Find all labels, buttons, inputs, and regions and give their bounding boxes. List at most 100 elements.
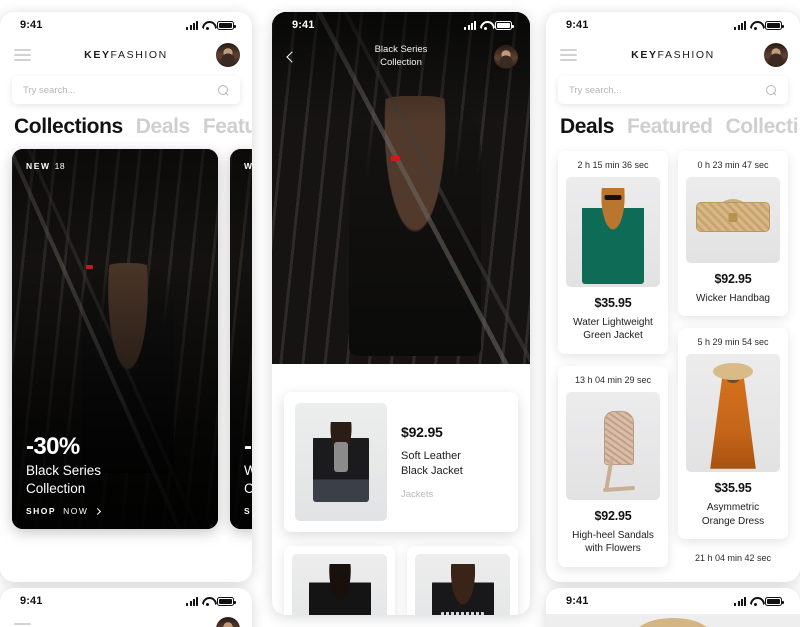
deal-timer: 2 h 15 min 36 sec	[577, 160, 649, 170]
deal-card[interactable]: 13 h 04 min 29 sec $92.95 High-heel Sand…	[558, 365, 668, 567]
deal-timer-next: 21 h 04 min 42 sec	[694, 553, 772, 564]
deal-name-line2: Green Jacket	[583, 330, 643, 342]
cta-bold-next: S	[244, 506, 252, 516]
deal-price: $35.95	[594, 296, 632, 310]
shop-now-button-next[interactable]: S	[244, 506, 252, 516]
wifi-icon	[480, 21, 491, 30]
back-button-icon[interactable]	[286, 51, 298, 63]
battery-icon	[217, 20, 236, 30]
hero-title-next-line2: C	[244, 480, 252, 496]
deal-card[interactable]: 0 h 23 min 47 sec $92.95 Wicker Handbag	[678, 151, 788, 317]
tab-bar: Collections Deals Featu	[0, 112, 252, 149]
wifi-icon	[202, 597, 213, 606]
status-icons	[186, 20, 236, 30]
search-wrapper: Try search...	[0, 72, 252, 112]
brand-logo: KEYFASHION	[0, 49, 252, 61]
app-bar: KEYFASHION	[546, 38, 800, 72]
tab-collections[interactable]: Collecti	[726, 115, 799, 139]
avatar[interactable]	[764, 43, 788, 67]
phone-screen-collections: 9:41 KEYFASHION Try search... Collection…	[0, 12, 252, 582]
featured-product-price: $92.95	[401, 424, 443, 441]
featured-product-category: Jackets	[401, 488, 434, 500]
featured-name-line2: Black Jacket	[401, 465, 463, 477]
detail-content: $92.95 Soft Leather Black Jacket Jackets…	[272, 76, 530, 615]
status-icons	[186, 596, 236, 606]
avatar[interactable]	[216, 43, 240, 67]
cta-bold: SHOP	[26, 506, 57, 516]
search-input[interactable]: Try search...	[558, 76, 788, 104]
deal-card[interactable]: 2 h 15 min 36 sec $35.95 Water Lightweig…	[558, 151, 668, 354]
product-image	[415, 554, 510, 615]
featured-product-info: $92.95 Soft Leather Black Jacket Jackets	[401, 424, 507, 499]
phone-screen-partial-bottom-left: 9:41	[0, 588, 252, 627]
deal-name-line2: Orange Dress	[701, 515, 765, 527]
avatar[interactable]	[494, 45, 518, 69]
hero-carousel[interactable]: NEW 18 -30% Black Series Collection SHOP…	[0, 149, 252, 529]
deal-timer: 0 h 23 min 47 sec	[697, 160, 769, 170]
phone-screen-partial-bottom-right: 9:41	[546, 588, 800, 627]
deals-column-left: 2 h 15 min 36 sec $35.95 Water Lightweig…	[558, 151, 668, 567]
status-time: 9:41	[566, 19, 589, 31]
brand-light: FASHION	[110, 49, 168, 61]
shop-now-button[interactable]: SHOP NOW	[26, 506, 206, 516]
phone-screen-deals: 9:41 KEYFASHION Try search... Deals Feat…	[546, 12, 800, 582]
app-bar: KEYFASHION	[0, 38, 252, 72]
product-image	[292, 554, 387, 615]
hamburger-menu-icon[interactable]	[14, 49, 31, 61]
deal-price: $92.95	[714, 272, 752, 286]
deal-name-line1: Asymmetric	[706, 502, 760, 514]
battery-icon	[765, 596, 784, 606]
tab-deals[interactable]: Deals	[136, 115, 190, 139]
hero-title: Black Series Collection	[26, 462, 206, 497]
hero-title-next: W C	[244, 462, 252, 497]
status-time: 9:41	[20, 19, 43, 31]
deal-name: Asymmetric Orange Dress	[686, 501, 780, 528]
cellular-signal-icon	[186, 596, 198, 606]
search-icon[interactable]	[218, 84, 229, 96]
featured-product-card[interactable]: $92.95 Soft Leather Black Jacket Jackets	[284, 392, 518, 532]
hero-badge-count: 18	[54, 161, 66, 171]
deal-timer: 13 h 04 min 29 sec	[574, 374, 652, 385]
search-icon[interactable]	[766, 84, 777, 96]
detail-title-line2: Collection	[380, 57, 422, 68]
status-time: 9:41	[292, 19, 315, 31]
tab-collections[interactable]: Collections	[14, 115, 123, 139]
tab-featured[interactable]: Featu	[203, 115, 252, 139]
hero-card[interactable]: NEW 18 -30% Black Series Collection SHOP…	[12, 149, 218, 529]
deal-card[interactable]: 5 h 29 min 54 sec $35.95 Asymmetric Oran…	[678, 328, 788, 540]
brand-bold: KEY	[84, 49, 111, 61]
battery-icon	[765, 20, 784, 30]
product-card[interactable]: $35.95 Black Skinny Jeans	[407, 546, 518, 615]
wifi-icon	[750, 21, 761, 30]
deal-image	[686, 177, 780, 263]
tab-deals[interactable]: Deals	[560, 115, 614, 139]
hamburger-menu-icon[interactable]	[560, 49, 577, 61]
battery-icon	[217, 596, 236, 606]
app-bar	[0, 614, 252, 627]
product-card[interactable]: $35.95 Water Lightweight Green Jacket	[284, 546, 395, 615]
hero-title-line2: Collection	[26, 480, 86, 496]
hamburger-menu-icon[interactable]	[14, 623, 31, 627]
tab-featured[interactable]: Featured	[627, 115, 713, 139]
hero-body-next: - W C S	[244, 434, 252, 516]
cellular-signal-icon	[734, 596, 746, 606]
deals-grid: 2 h 15 min 36 sec $35.95 Water Lightweig…	[546, 149, 800, 567]
deal-name: High-heel Sandals with Flowers	[566, 529, 660, 556]
brand-logo: KEYFASHION	[546, 49, 800, 61]
search-input[interactable]: Try search...	[12, 76, 240, 104]
hero-badge-next: W	[244, 161, 252, 171]
hero-title-line1: Black Series	[26, 463, 102, 479]
hero-discount-next: -	[244, 433, 252, 461]
hero-title-next-line1: W	[244, 463, 252, 479]
status-time: 9:41	[566, 595, 589, 607]
cta-light: NOW	[63, 506, 89, 516]
status-icons	[734, 20, 784, 30]
detail-app-bar: Black Series Collection	[272, 38, 530, 76]
hero-badge-label: NEW	[26, 161, 51, 171]
cellular-signal-icon	[186, 20, 198, 30]
product-grid: $35.95 Water Lightweight Green Jacket $3…	[272, 532, 530, 615]
avatar[interactable]	[216, 617, 240, 627]
hero-card-next[interactable]: W - W C S	[230, 149, 252, 529]
brand-light: FASHION	[657, 49, 715, 61]
featured-product-name: Soft Leather Black Jacket	[401, 449, 507, 478]
